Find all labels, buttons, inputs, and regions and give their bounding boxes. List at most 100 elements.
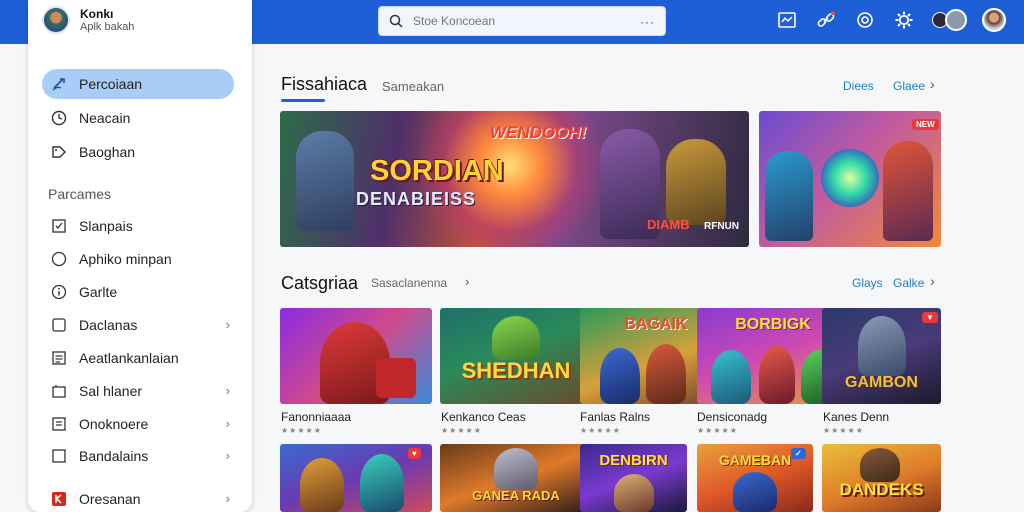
categories-subtitle[interactable]: Sasaclanenna bbox=[371, 276, 447, 290]
game-art-character bbox=[711, 350, 751, 404]
categories-link-2[interactable]: Galke bbox=[893, 276, 924, 290]
search-menu-icon[interactable]: ··· bbox=[640, 15, 655, 29]
game-card[interactable]: GAMBON ▼ bbox=[822, 308, 941, 404]
featured-next-arrow[interactable]: › bbox=[930, 76, 935, 92]
game-art-character bbox=[646, 344, 686, 404]
search-input[interactable] bbox=[413, 14, 623, 28]
side-banner-character-right bbox=[883, 141, 933, 241]
info-icon bbox=[50, 283, 68, 301]
hero-corner-logo-2: RFNUN bbox=[704, 221, 739, 232]
sidebar-item-sal-hlaner[interactable]: Sal hlaner › bbox=[42, 376, 234, 406]
game-art-character bbox=[860, 448, 900, 482]
badge-icon: ✓ bbox=[791, 448, 806, 459]
game-art-character bbox=[494, 448, 538, 490]
sidebar-item-percoiaan[interactable]: Percoiaan bbox=[42, 69, 234, 99]
game-card[interactable]: DANDEKS bbox=[822, 444, 941, 512]
rating-stars: ★★★★★ bbox=[580, 426, 621, 435]
categories-next-arrow[interactable]: › bbox=[930, 273, 935, 289]
profile-avatar bbox=[42, 6, 70, 34]
square-icon bbox=[50, 316, 68, 334]
gear-icon[interactable] bbox=[892, 8, 916, 32]
sidebar-item-slanpais[interactable]: Slanpais bbox=[42, 211, 234, 241]
chevron-right-icon: › bbox=[225, 448, 230, 463]
game-card[interactable]: SHEDHAN bbox=[440, 308, 592, 404]
sidebar-item-baoghan[interactable]: Baoghan bbox=[42, 137, 234, 167]
sidebar-item-daclanas[interactable]: Daclanas › bbox=[42, 310, 234, 340]
badge-icon: ♥ bbox=[408, 448, 421, 459]
sidebar-item-neacain[interactable]: Neacain bbox=[42, 103, 234, 133]
game-title[interactable]: Densiconadg bbox=[697, 410, 767, 424]
game-art-title: SHEDHAN bbox=[461, 358, 571, 383]
profile-subtitle: Aplk bakah bbox=[80, 21, 135, 33]
profile[interactable]: Konkı Aplk bakah bbox=[42, 6, 134, 34]
friend-avatar bbox=[944, 9, 967, 31]
user-avatar[interactable] bbox=[982, 8, 1006, 32]
sidebar-item-label: Sal hlaner bbox=[79, 383, 143, 399]
game-art-character bbox=[614, 474, 654, 512]
sidebar-item-label: Daclanas bbox=[79, 317, 138, 333]
new-badge: NEW bbox=[912, 119, 939, 130]
sidebar-item-bandalains[interactable]: Bandalains › bbox=[42, 441, 234, 471]
featured-link-1[interactable]: Diees bbox=[843, 79, 874, 93]
game-art-character bbox=[600, 348, 640, 404]
search-bar[interactable]: ··· bbox=[378, 6, 666, 36]
game-art-prop bbox=[376, 358, 416, 398]
game-art-title: GANEA RADA bbox=[472, 488, 560, 503]
game-card[interactable] bbox=[280, 308, 432, 404]
rating-stars: ★★★★★ bbox=[823, 426, 864, 435]
game-card[interactable]: ♥ bbox=[280, 444, 432, 512]
sidebar-item-label: Oresanan bbox=[79, 491, 141, 507]
game-art-character bbox=[858, 316, 906, 376]
top-toolbar bbox=[775, 8, 1006, 32]
featured-subtitle[interactable]: Sameakan bbox=[382, 79, 444, 94]
game-art-title: DENBIRN bbox=[599, 452, 668, 469]
sidebar-item-aphiko-minpan[interactable]: Aphiko minpan bbox=[42, 244, 234, 274]
game-card[interactable]: GANEA RADA bbox=[440, 444, 592, 512]
featured-link-2[interactable]: Glaee bbox=[893, 79, 925, 93]
hero-corner-logo: DIAMB bbox=[647, 217, 690, 232]
game-art-character bbox=[733, 472, 777, 512]
badge-icon: ▼ bbox=[922, 312, 938, 323]
sidebar-item-aeatlankanlaian[interactable]: Aeatlankanlaian bbox=[42, 343, 234, 373]
sidebar-item-onoknoere[interactable]: Onoknoere › bbox=[42, 409, 234, 439]
game-title[interactable]: Kanes Denn bbox=[823, 410, 889, 424]
game-card[interactable]: GAMEBAN ✓ bbox=[697, 444, 813, 512]
bag-icon bbox=[50, 382, 68, 400]
sidebar-item-label: Garlte bbox=[79, 284, 118, 300]
hero-game-subtitle: DENABIEISS bbox=[356, 189, 477, 209]
rating-stars: ★★★★★ bbox=[441, 426, 482, 435]
sidebar: Konkı Aplk bakah Percoiaan Neacain Baogh… bbox=[28, 0, 252, 512]
news-icon[interactable] bbox=[775, 8, 799, 32]
sidebar-item-label: Slanpais bbox=[79, 218, 133, 234]
game-title[interactable]: Kenkanco Ceas bbox=[441, 410, 526, 424]
square-icon bbox=[50, 447, 68, 465]
sidebar-item-label: Aeatlankanlaian bbox=[79, 350, 179, 366]
checkbox-icon bbox=[50, 217, 68, 235]
sidebar-item-oresanan[interactable]: Oresanan › bbox=[42, 484, 234, 512]
search-icon bbox=[379, 14, 413, 28]
sidebar-item-label: Percoiaan bbox=[79, 76, 143, 92]
target-icon[interactable] bbox=[853, 8, 877, 32]
clock-icon bbox=[50, 109, 68, 127]
rating-stars: ★★★★★ bbox=[281, 426, 322, 435]
game-title[interactable]: Fanlas Ralns bbox=[580, 410, 650, 424]
sidebar-item-garlte[interactable]: Garlte bbox=[42, 277, 234, 307]
sidebar-item-label: Bandalains bbox=[79, 448, 149, 464]
categories-subtitle-arrow[interactable]: › bbox=[465, 274, 469, 289]
link-icon[interactable] bbox=[814, 8, 838, 32]
game-card[interactable]: DENBIRN bbox=[580, 444, 687, 512]
featured-side-banner[interactable]: NEW bbox=[759, 111, 941, 247]
side-banner-character-left bbox=[765, 151, 813, 241]
featured-hero-banner[interactable]: WENDOOH! SORDIAN DENABIEISS DIAMB RFNUN bbox=[280, 111, 749, 247]
chevron-right-icon: › bbox=[225, 383, 230, 398]
game-art-character bbox=[492, 316, 540, 360]
tag-icon bbox=[50, 143, 68, 161]
game-art-character bbox=[300, 458, 344, 512]
game-title[interactable]: Fanonniaaaa bbox=[281, 410, 351, 424]
profile-name: Konkı bbox=[80, 7, 114, 21]
hero-tagline: WENDOOH! bbox=[490, 123, 587, 142]
friends-icon[interactable] bbox=[931, 8, 967, 32]
categories-link-1[interactable]: Glays bbox=[852, 276, 883, 290]
game-art-character bbox=[759, 346, 795, 404]
list-icon bbox=[50, 349, 68, 367]
